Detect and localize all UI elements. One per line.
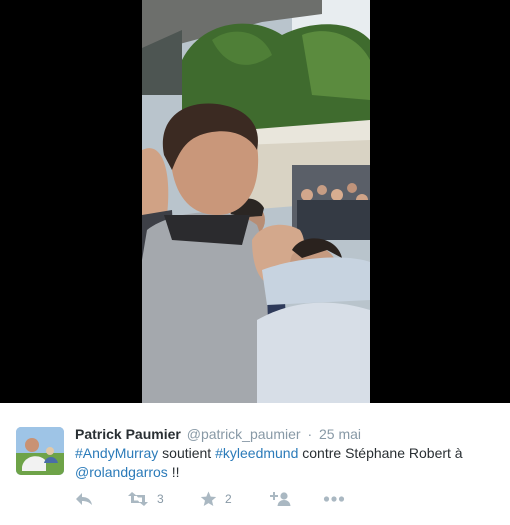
more-icon [323,491,345,507]
tweet-timestamp[interactable]: 25 mai [319,426,361,442]
tweet-text-segment: soutient [158,445,216,461]
tweet-text-segment: contre Stéphane Robert à [298,445,463,461]
retweet-button[interactable]: 3 [127,489,164,509]
author-handle[interactable]: @patrick_paumier [187,426,301,442]
reply-button[interactable] [75,489,93,509]
retweet-icon [127,491,149,507]
hashtag-link[interactable]: #kyleedmund [215,445,298,461]
tweet-header: Patrick Paumier @patrick_paumier · 25 ma… [75,425,361,443]
media-frame[interactable] [0,0,510,403]
photo-illustration [142,0,370,403]
mention-link[interactable]: @rolandgarros [75,464,168,480]
tweet-card: Patrick Paumier @patrick_paumier · 25 ma… [0,403,510,525]
reply-icon [75,491,93,507]
tweet-photo[interactable] [142,0,370,403]
tweet-text-segment: !! [167,464,180,480]
tweet-text: #AndyMurray soutient #kyleedmund contre … [75,444,495,482]
star-icon [200,491,217,507]
avatar-image [16,427,64,475]
author-name[interactable]: Patrick Paumier [75,426,181,442]
favorite-button[interactable]: 2 [200,489,232,509]
more-button[interactable] [323,489,345,509]
tweet-actions: 3 2 [75,489,375,509]
favorite-count: 2 [225,492,232,506]
hashtag-link[interactable]: #AndyMurray [75,445,158,461]
avatar[interactable] [16,427,64,475]
retweet-count: 3 [157,492,164,506]
follow-button[interactable] [269,489,291,509]
follow-user-icon [269,491,291,507]
header-separator: · [307,426,313,442]
